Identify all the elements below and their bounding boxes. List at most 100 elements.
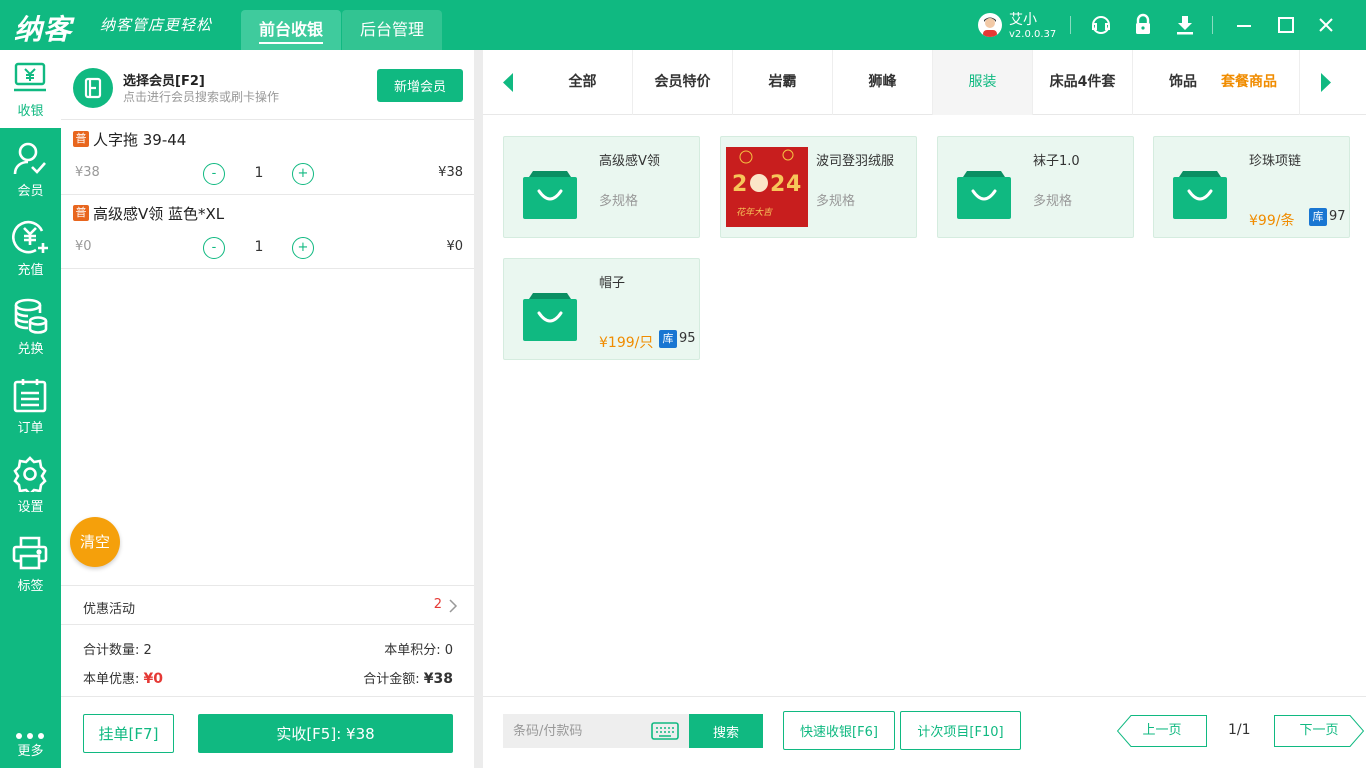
product-card[interactable]: 珍珠项链 ¥99/条 库 97 — [1153, 136, 1350, 238]
product-price: ¥199/只 — [599, 335, 654, 351]
cashier-icon — [12, 60, 48, 96]
increase-qty-button[interactable]: + — [292, 237, 314, 259]
category-tab[interactable]: 会员特价 — [633, 50, 733, 115]
maximize-icon[interactable] — [1274, 13, 1298, 37]
new-year-2024-image: 2 2 4 花年大吉 — [726, 147, 808, 227]
item-total: ¥38 — [438, 165, 463, 180]
product-card[interactable]: 袜子1.0 多规格 — [937, 136, 1134, 238]
category-tab[interactable]: 狮峰 — [833, 50, 933, 115]
stock-badge: 库 — [659, 330, 677, 348]
product-card[interactable]: 帽子 ¥199/只 库 95 — [503, 258, 700, 360]
clear-cart-button[interactable]: 清空 — [70, 517, 120, 567]
sidebar-more-label: 更多 — [17, 744, 44, 759]
promotions-row[interactable]: 优惠活动 2 — [61, 585, 474, 625]
sidebar-item-label-print[interactable]: 标签 — [0, 525, 61, 603]
package-goods-tab[interactable]: 套餐商品 — [1221, 50, 1281, 115]
sidebar-item-member[interactable]: 会员 — [0, 130, 61, 208]
tab-front-cashier-label: 前台收银 — [258, 20, 323, 44]
order-points-value: 0 — [444, 643, 453, 658]
user-profile[interactable]: 艾小 v2.0.0.37 — [978, 8, 1068, 42]
next-page-button[interactable]: 下一页 — [1274, 715, 1364, 747]
close-icon[interactable] — [1314, 13, 1338, 37]
top-bar: 纳客 纳客管店更轻松 前台收银 后台管理 艾小 v2.0.0.37 — [0, 0, 1366, 50]
category-tab[interactable]: 床品4件套 — [1033, 50, 1133, 115]
member-title: 选择会员[F2] — [123, 74, 205, 89]
search-button[interactable]: 搜索 — [689, 714, 763, 748]
item-price: ¥38 — [75, 165, 100, 180]
order-discount: 本单优惠: ¥0 — [83, 668, 163, 687]
sidebar-item-label: 充值 — [17, 263, 44, 278]
add-member-button[interactable]: 新增会员 — [377, 69, 463, 102]
sidebar-item-exchange[interactable]: 兑换 — [0, 288, 61, 366]
keyboard-icon[interactable] — [651, 721, 679, 741]
sidebar-item-label: 标签 — [17, 579, 44, 594]
svg-text:2: 2 — [732, 172, 747, 197]
tab-back-management[interactable]: 后台管理 — [342, 10, 442, 50]
recharge-icon — [12, 219, 48, 255]
svg-text:2: 2 — [770, 172, 785, 197]
lock-icon[interactable] — [1131, 13, 1155, 37]
cart-item[interactable]: 普 高级感V领 蓝色*XL ¥0 - 1 + ¥0 — [61, 195, 474, 269]
sidebar-item-cashier[interactable]: 收银 — [0, 50, 61, 128]
page-indicator: 1/1 — [1228, 722, 1251, 738]
download-icon[interactable] — [1173, 13, 1197, 37]
bag-icon — [1159, 147, 1241, 229]
next-page-label: 下一页 — [1299, 723, 1339, 738]
sidebar-item-order[interactable]: 订单 — [0, 367, 61, 445]
quick-cashier-button[interactable]: 快速收银[F6] — [783, 711, 895, 750]
product-spec: 多规格 — [1033, 194, 1073, 209]
divider — [1212, 16, 1213, 34]
prev-page-label: 上一页 — [1142, 723, 1182, 738]
item-qty[interactable]: 1 — [251, 239, 267, 255]
avatar — [978, 13, 1002, 37]
category-tab-selected[interactable]: 服装 — [933, 50, 1033, 115]
item-qty[interactable]: 1 — [251, 165, 267, 181]
category-prev-icon[interactable] — [483, 50, 533, 115]
decrease-qty-button[interactable]: - — [203, 237, 225, 259]
user-name: 艾小 — [1009, 12, 1037, 28]
category-tab[interactable]: 岩霸 — [733, 50, 833, 115]
exchange-icon — [12, 298, 48, 334]
app-logo: 纳客 — [14, 13, 73, 46]
product-name: 高级感V领 — [599, 154, 660, 169]
order-points-label: 本单积分: — [384, 643, 441, 658]
more-icon — [15, 725, 45, 739]
cart-item[interactable]: 普 人字拖 39-44 ¥38 - 1 + ¥38 — [61, 121, 474, 195]
count-item-button[interactable]: 计次项目[F10] — [900, 711, 1021, 750]
decrease-qty-button[interactable]: - — [203, 163, 225, 185]
total-amount-label: 合计金额: — [363, 672, 420, 687]
prev-page-button[interactable]: 上一页 — [1117, 715, 1207, 747]
product-card[interactable]: 2 2 4 花年大吉 波司登羽绒服 多规格 — [720, 136, 917, 238]
headset-icon[interactable] — [1089, 13, 1113, 37]
settings-icon — [12, 456, 48, 496]
sidebar-item-label: 设置 — [17, 500, 44, 515]
chevron-right-icon — [448, 598, 458, 613]
sidebar-more[interactable]: 更多 — [0, 722, 61, 762]
tab-front-cashier[interactable]: 前台收银 — [241, 10, 341, 50]
product-card[interactable]: 高级感V领 多规格 — [503, 136, 700, 238]
category-tab[interactable]: 饰品 — [1133, 50, 1233, 115]
category-tab[interactable]: 全部 — [533, 50, 633, 115]
category-next-icon[interactable] — [1299, 50, 1349, 115]
pay-button[interactable]: 实收[F5]: ¥38 — [198, 714, 453, 753]
item-type-badge: 普 — [73, 131, 89, 147]
item-total: ¥0 — [446, 239, 463, 254]
item-type-badge: 普 — [73, 205, 89, 221]
cart-panel: 选择会员[F2] 点击进行会员搜索或刷卡操作 新增会员 普 人字拖 39-44 … — [61, 50, 474, 768]
minimize-icon[interactable] — [1232, 13, 1256, 37]
product-spec: 多规格 — [816, 194, 856, 209]
member-selector[interactable]: 选择会员[F2] 点击进行会员搜索或刷卡操作 新增会员 — [61, 50, 474, 120]
product-spec: 多规格 — [599, 194, 639, 209]
product-name: 波司登羽绒服 — [816, 154, 895, 169]
increase-qty-button[interactable]: + — [292, 163, 314, 185]
hang-order-button[interactable]: 挂单[F7] — [83, 714, 174, 753]
member-icon — [12, 140, 48, 176]
sidebar-item-recharge[interactable]: 充值 — [0, 209, 61, 287]
sidebar-item-settings[interactable]: 设置 — [0, 446, 61, 524]
total-quantity-value: 2 — [143, 643, 152, 658]
sidebar-item-label: 兑换 — [17, 342, 44, 357]
item-name: 高级感V领 蓝色*XL — [93, 205, 225, 223]
divider — [1070, 16, 1071, 34]
promotions-label: 优惠活动 — [83, 602, 136, 617]
total-quantity-label: 合计数量: — [83, 643, 140, 658]
